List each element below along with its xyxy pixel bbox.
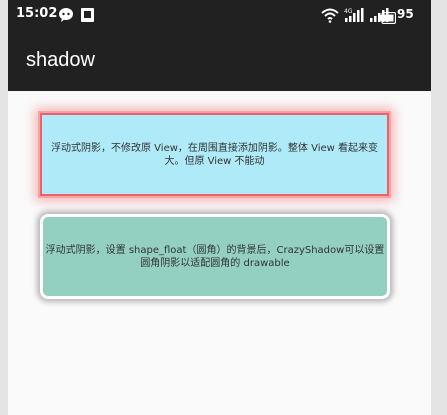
- wechat-icon: [58, 7, 76, 27]
- page-title: shadow: [26, 49, 95, 71]
- scrollbar[interactable]: [431, 0, 447, 415]
- battery-percent: 95: [397, 7, 414, 21]
- 4g-signal-icon: 4G: [344, 7, 366, 27]
- phone-screen: 15:02 4G 95 shadow 浮动式阴影，不修改原 View，在周围直接…: [8, 0, 431, 415]
- svg-text:4G: 4G: [344, 8, 353, 15]
- wifi-icon: [321, 7, 339, 27]
- rounded-shadow-text: 浮动式阴影，设置 shape_float（圆角）的背景后，CrazyShadow…: [45, 244, 385, 269]
- float-shadow-view[interactable]: 浮动式阴影，不修改原 View，在周围直接添加阴影。整体 View 看起来变大。…: [40, 113, 389, 196]
- app-bar: shadow: [8, 32, 431, 91]
- status-bar: 15:02 4G 95: [8, 0, 431, 32]
- float-shadow-text: 浮动式阴影，不修改原 View，在周围直接添加阴影。整体 View 看起来变大。…: [51, 142, 378, 167]
- status-time: 15:02: [16, 6, 58, 21]
- notification-square-icon: [80, 7, 95, 27]
- battery-icon: [380, 9, 397, 28]
- rounded-shadow-view[interactable]: 浮动式阴影，设置 shape_float（圆角）的背景后，CrazyShadow…: [40, 214, 390, 299]
